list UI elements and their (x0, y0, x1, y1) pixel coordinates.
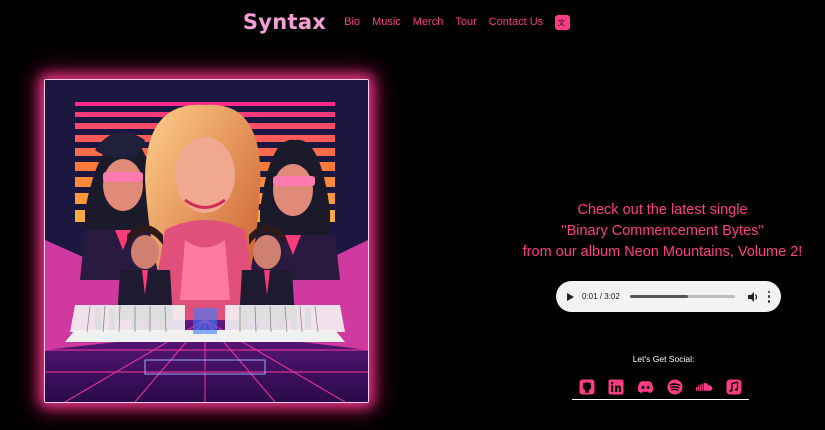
audio-player: 0:01 / 3:02 (556, 281, 781, 312)
social-links (572, 377, 749, 400)
apple-music-icon[interactable] (726, 379, 743, 396)
nav-link-tour[interactable]: Tour (455, 16, 476, 28)
promo-line-1: Check out the latest single (577, 202, 748, 218)
promo-line-2: "Binary Commencement Bytes" (561, 223, 764, 239)
translate-icon[interactable]: 文 (555, 14, 571, 30)
social-heading: Let's Get Social: (632, 354, 695, 364)
nav-link-music[interactable]: Music (372, 16, 401, 28)
soundcloud-icon[interactable] (696, 379, 713, 396)
play-icon[interactable] (567, 292, 574, 301)
time-display: 0:01 / 3:02 (582, 292, 620, 301)
album-cover-art (44, 79, 369, 403)
promo-line-3: from our album Neon Mountains, Volume 2! (522, 244, 803, 260)
brand-logo[interactable]: Syntax (243, 10, 326, 34)
volume-icon[interactable] (747, 291, 759, 303)
svg-text:文: 文 (558, 18, 565, 27)
seek-bar[interactable] (629, 295, 735, 298)
seek-bar-fill (629, 295, 688, 298)
top-nav: Syntax Bio Music Merch Tour Contact Us 文 (0, 6, 825, 38)
nav-link-bio[interactable]: Bio (344, 16, 360, 28)
linkedin-icon[interactable] (608, 379, 625, 396)
more-options-icon[interactable] (767, 290, 771, 303)
github-icon[interactable] (578, 379, 595, 396)
nav-link-merch[interactable]: Merch (413, 16, 444, 28)
promo-text: Check out the latest single "Binary Comm… (505, 200, 820, 263)
nav-link-contact[interactable]: Contact Us (489, 16, 543, 28)
spotify-icon[interactable] (667, 379, 684, 396)
discord-icon[interactable] (637, 379, 654, 396)
